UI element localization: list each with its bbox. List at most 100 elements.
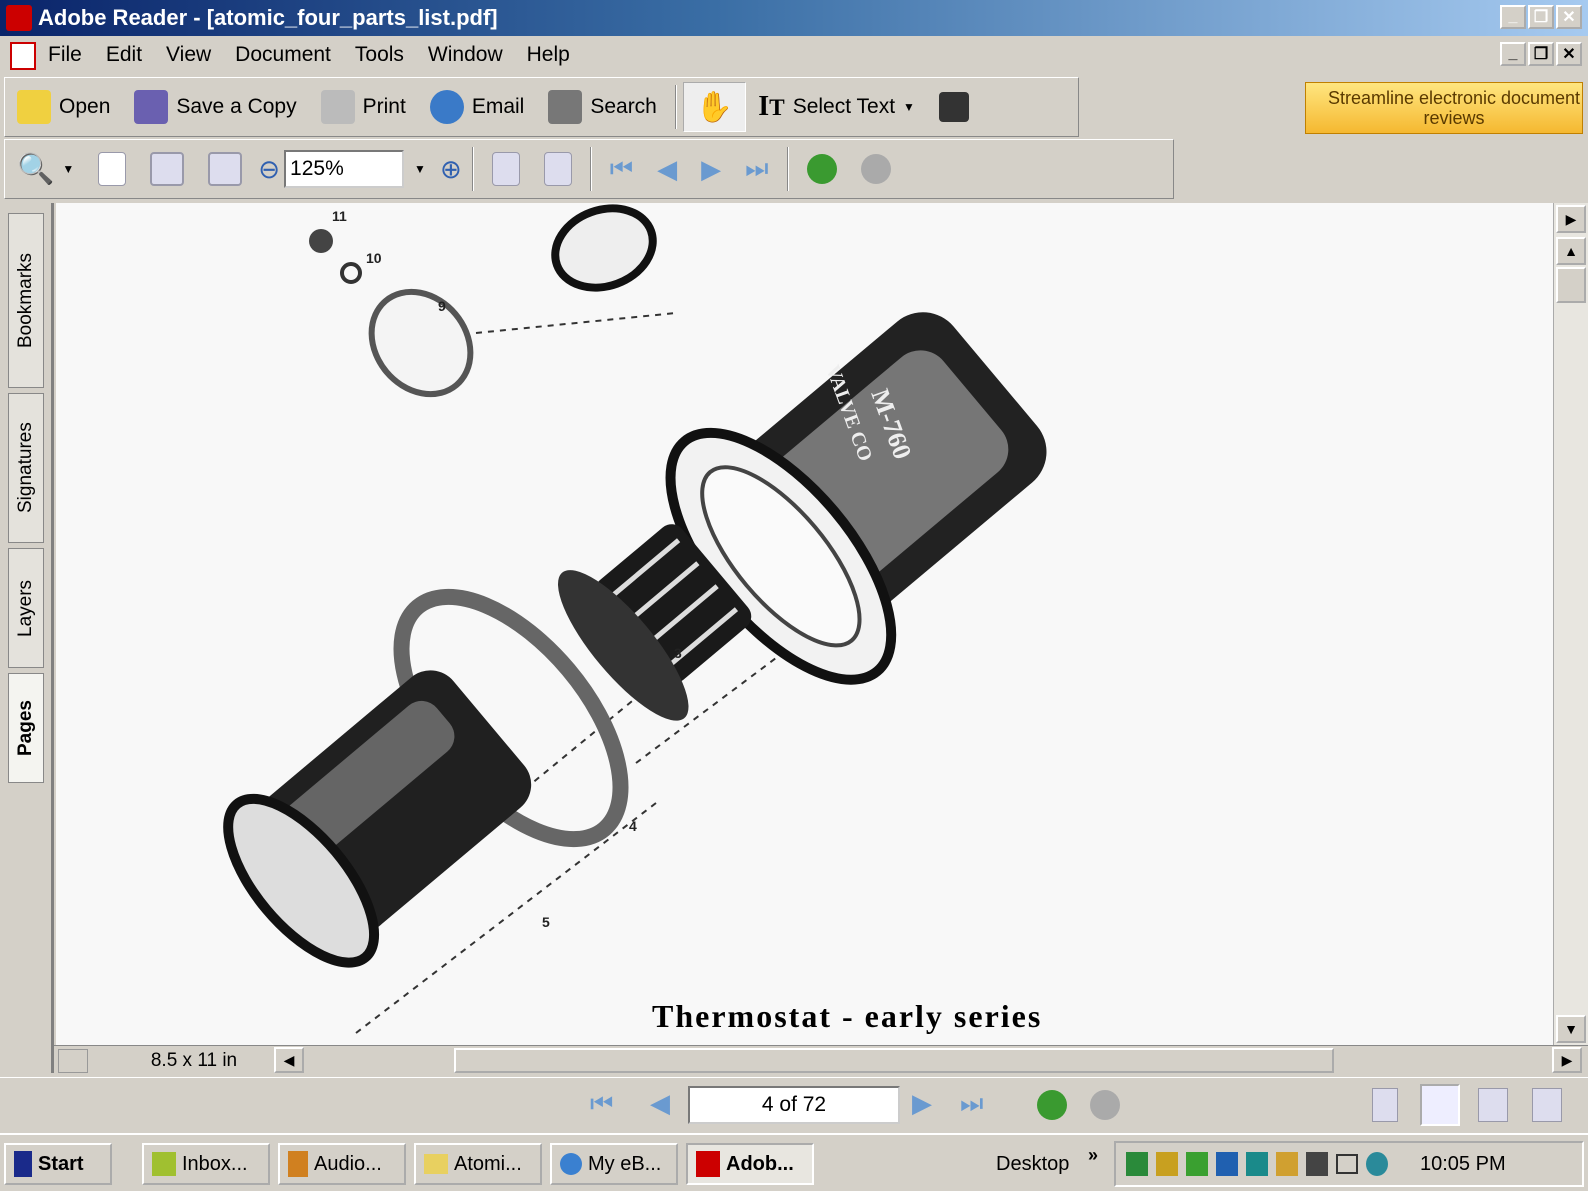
zoom-tool-button[interactable]: 🔍 ▼ — [5, 144, 86, 194]
tab-pages[interactable]: Pages — [8, 673, 44, 783]
hand-tool-button[interactable]: ✋ — [682, 82, 747, 132]
horizontal-scrollbar[interactable]: 8.5 x 11 in ◀ ▶ — [54, 1045, 1588, 1075]
continuous-icon[interactable] — [1420, 1084, 1460, 1126]
zoom-out-icon: ⊖ — [258, 153, 281, 184]
menu-view[interactable]: View — [166, 43, 211, 67]
horizontal-scroll-thumb[interactable] — [454, 1048, 1334, 1073]
open-button[interactable]: Open — [5, 82, 122, 132]
facing-icon[interactable] — [1478, 1088, 1508, 1122]
minimize-button[interactable]: _ — [1500, 5, 1526, 29]
vertical-scrollbar[interactable]: ▶ ▲ ▼ — [1553, 203, 1588, 1045]
zoom-in-button[interactable]: ⊕ — [436, 144, 466, 194]
rotate-right-button[interactable] — [532, 144, 584, 194]
first-page-icon[interactable]: ⏮ — [590, 1088, 613, 1120]
part-label: 4 — [629, 818, 637, 834]
restore-button[interactable]: ❐ — [1528, 5, 1554, 29]
rotate-left-button[interactable] — [480, 144, 532, 194]
doc-restore-button[interactable]: ❐ — [1528, 42, 1554, 66]
internet-explorer-icon — [560, 1153, 582, 1175]
tray-icon[interactable] — [1276, 1152, 1298, 1176]
menu-file[interactable]: File — [48, 43, 82, 67]
tray-icon[interactable] — [1366, 1152, 1388, 1176]
document-page[interactable]: 11 10 9 2 3 4 5 M-760 VALVE CO Thermosta… — [56, 203, 1553, 1045]
scroll-up-button[interactable]: ▲ — [1556, 237, 1586, 265]
zoom-dropdown-icon[interactable]: ▼ — [414, 162, 426, 176]
save-copy-button[interactable]: Save a Copy — [122, 82, 308, 132]
page-number-input[interactable]: 4 of 72 — [688, 1086, 900, 1124]
page-size: 8.5 x 11 in — [150, 1050, 238, 1071]
chevron-down-icon[interactable]: ▼ — [62, 162, 74, 176]
scroll-right-split-button[interactable]: ▶ — [1556, 205, 1586, 233]
menu-window[interactable]: Window — [428, 43, 503, 67]
title-bar: Adobe Reader - [atomic_four_parts_list.p… — [0, 0, 1588, 36]
clock: 10:05 PM — [1420, 1152, 1506, 1175]
chevron-more-icon[interactable]: » — [1088, 1145, 1098, 1166]
previous-page-icon: ◀ — [657, 153, 678, 184]
next-page-icon[interactable]: ▶ — [912, 1088, 932, 1119]
last-page-button[interactable]: ⏭ — [733, 144, 780, 194]
select-text-button[interactable]: IT Select Text ▼ — [746, 82, 927, 132]
folder-icon — [424, 1154, 448, 1174]
tab-bookmarks[interactable]: Bookmarks — [8, 213, 44, 388]
menu-tools[interactable]: Tools — [355, 43, 404, 67]
fit-width-button[interactable] — [196, 144, 254, 194]
navigation-panel: Bookmarks Signatures Layers Pages — [0, 203, 54, 1073]
previous-page-icon[interactable]: ◀ — [650, 1088, 670, 1119]
tray-icon[interactable] — [1186, 1152, 1208, 1176]
continuous-facing-icon[interactable] — [1532, 1088, 1562, 1122]
start-button[interactable]: Start — [4, 1143, 112, 1185]
forward-arrow-icon[interactable] — [1090, 1090, 1120, 1120]
envelope-icon[interactable] — [1336, 1154, 1358, 1174]
windows-logo-icon — [14, 1151, 32, 1177]
zoom-out-button[interactable]: ⊖ — [254, 144, 284, 194]
first-page-icon: ⏮ — [609, 153, 634, 183]
tab-signatures[interactable]: Signatures — [8, 393, 44, 543]
rotate-ccw-icon — [491, 152, 520, 186]
menu-document[interactable]: Document — [235, 43, 331, 67]
task-inbox[interactable]: Inbox... — [142, 1143, 270, 1185]
tray-icon[interactable] — [1216, 1152, 1238, 1176]
next-view-button[interactable] — [849, 144, 903, 194]
chevron-down-icon[interactable]: ▼ — [903, 100, 915, 114]
doc-close-button[interactable]: ✕ — [1556, 42, 1582, 66]
doc-minimize-button[interactable]: _ — [1500, 42, 1526, 66]
first-page-button[interactable]: ⏮ — [598, 144, 645, 194]
scroll-thumb[interactable] — [1556, 267, 1586, 303]
task-adobe-reader[interactable]: Adob... — [686, 1143, 814, 1185]
tray-icon[interactable] — [1126, 1152, 1148, 1176]
fit-page-button[interactable] — [138, 144, 196, 194]
last-page-icon[interactable]: ⏭ — [960, 1088, 983, 1120]
audio-icon — [288, 1151, 308, 1177]
taskbar: Start Inbox... Audio... Atomi... My eB..… — [0, 1133, 1588, 1191]
task-my-ebay[interactable]: My eB... — [550, 1143, 678, 1185]
print-button[interactable]: Print — [309, 82, 418, 132]
zoom-input[interactable]: 125% — [284, 150, 405, 188]
previous-view-button[interactable] — [795, 144, 849, 194]
part-label: 9 — [438, 298, 446, 314]
task-atomic-folder[interactable]: Atomi... — [414, 1143, 542, 1185]
binoculars-icon — [548, 90, 583, 124]
menu-edit[interactable]: Edit — [106, 43, 142, 67]
single-page-icon[interactable] — [1372, 1088, 1398, 1122]
tray-icon[interactable] — [1156, 1152, 1178, 1176]
promo-banner[interactable]: Streamline electronic document reviews — [1305, 82, 1583, 134]
snapshot-button[interactable] — [927, 82, 981, 132]
actual-size-button[interactable] — [86, 144, 138, 194]
scroll-right-button[interactable]: ▶ — [1552, 1047, 1582, 1073]
zoom-in-icon: ⊕ — [439, 153, 462, 184]
tray-icon[interactable] — [1246, 1152, 1268, 1176]
close-button[interactable]: ✕ — [1556, 5, 1582, 29]
email-button[interactable]: Email — [418, 82, 537, 132]
search-button[interactable]: Search — [536, 82, 669, 132]
network-icon[interactable] — [1306, 1152, 1328, 1176]
menu-help[interactable]: Help — [527, 43, 570, 67]
task-audio[interactable]: Audio... — [278, 1143, 406, 1185]
next-page-button[interactable]: ▶ — [689, 144, 733, 194]
previous-page-button[interactable]: ◀ — [645, 144, 689, 194]
scroll-down-button[interactable]: ▼ — [1556, 1015, 1586, 1043]
scroll-left-button[interactable]: ◀ — [274, 1047, 304, 1073]
back-arrow-icon[interactable] — [1037, 1090, 1067, 1120]
tab-layers[interactable]: Layers — [8, 548, 44, 668]
thermostat-illustration: 11 10 9 2 3 4 5 M-760 VALVE CO Thermosta… — [223, 204, 1047, 1034]
desktop-toolbar[interactable]: Desktop — [996, 1153, 1069, 1176]
